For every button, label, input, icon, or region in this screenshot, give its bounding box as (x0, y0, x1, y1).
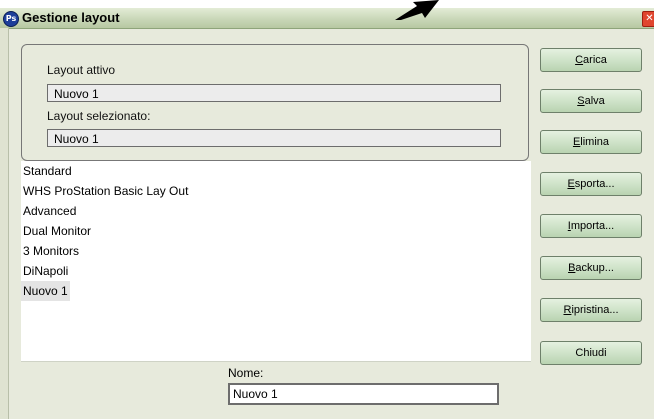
layout-list[interactable]: Standard WHS ProStation Basic Lay Out Ad… (21, 161, 531, 362)
load-button-accel: C (575, 54, 584, 66)
window-title: Gestione layout (22, 10, 120, 25)
restore-button[interactable]: Ripristina... (540, 298, 642, 322)
close-button[interactable]: Chiudi (540, 341, 642, 365)
name-input[interactable] (228, 383, 499, 405)
name-label: Nome: (228, 366, 264, 380)
active-layout-field: Nuovo 1 (47, 84, 501, 102)
selected-layout-field: Nuovo 1 (47, 129, 501, 147)
active-layout-label: Layout attivo (47, 63, 116, 77)
save-button-accel: S (577, 95, 585, 107)
app-icon: Ps (3, 11, 19, 27)
list-item[interactable]: Advanced (21, 201, 78, 221)
title-bar[interactable]: Ps Gestione layout ✕ (0, 8, 654, 29)
layout-manager-window: Ps Gestione layout ✕ Layout attivo Nuovo… (0, 8, 654, 419)
delete-button-label: limina (580, 136, 610, 148)
save-button-label: alva (584, 95, 605, 107)
export-button[interactable]: Esporta... (540, 172, 642, 196)
restore-button-label: ipristina... (571, 304, 619, 316)
list-item[interactable]: Standard (21, 161, 74, 181)
backup-button[interactable]: Backup... (540, 256, 642, 280)
list-item[interactable]: 3 Monitors (21, 241, 81, 261)
window-left-edge (0, 28, 9, 419)
close-window-button[interactable]: ✕ (642, 11, 654, 27)
export-button-accel: E (567, 178, 575, 190)
pointer-arrow-icon (395, 0, 439, 20)
list-item[interactable]: WHS ProStation Basic Lay Out (21, 181, 190, 201)
export-button-label: sporta... (574, 178, 615, 190)
load-button[interactable]: Carica (540, 48, 642, 72)
load-button-label: arica (583, 54, 607, 66)
list-item[interactable]: DiNapoli (21, 261, 70, 281)
selected-layout-label: Layout selezionato: (47, 109, 151, 123)
save-button[interactable]: Salva (540, 89, 642, 113)
import-button[interactable]: Importa... (540, 214, 642, 238)
layout-info-group: Layout attivo Nuovo 1 Layout selezionato… (21, 44, 529, 161)
backup-button-label: ackup... (575, 262, 614, 274)
list-item-selected[interactable]: Nuovo 1 (21, 281, 70, 301)
list-item[interactable]: Dual Monitor (21, 221, 93, 241)
delete-button[interactable]: Elimina (540, 130, 642, 154)
import-button-label: mporta... (570, 220, 615, 232)
